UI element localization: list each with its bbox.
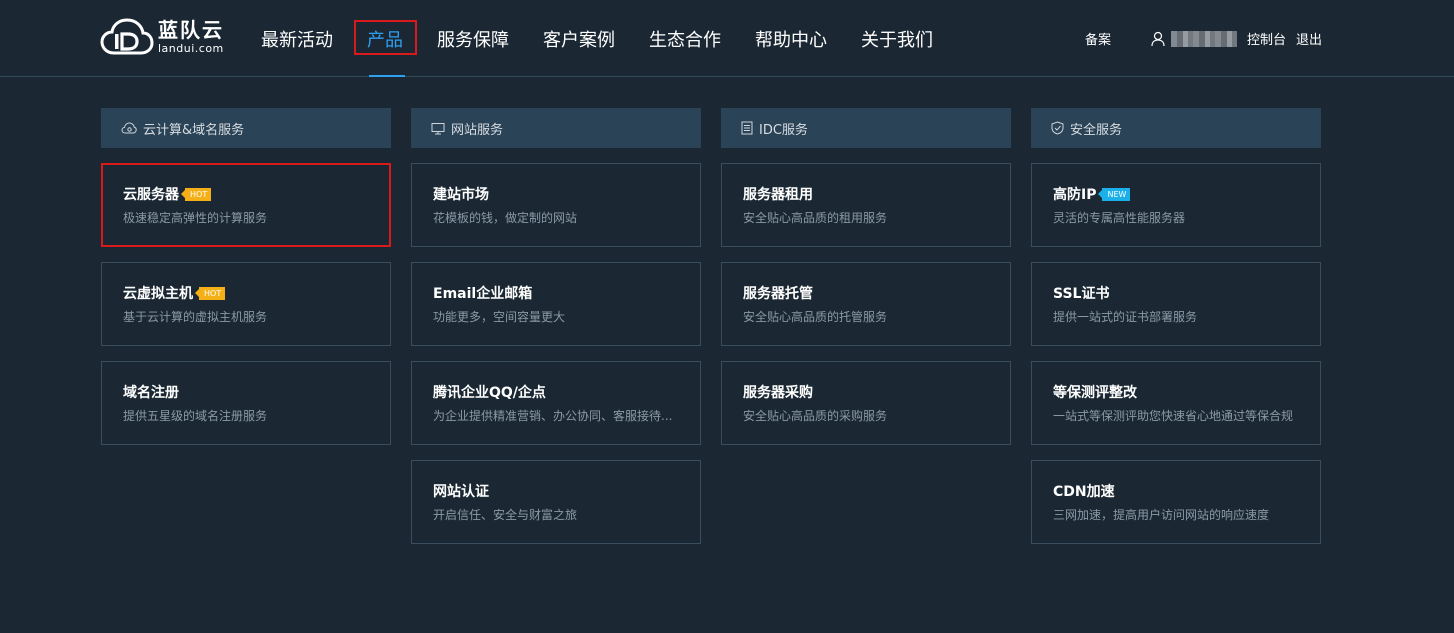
user-icon[interactable] [1151,31,1165,47]
top-header: 蓝队云 landui.com 最新活动 产品 服务保障 客户案例 生态合作 帮助… [0,0,1454,77]
column-security: 安全服务 高防IP NEW 灵活的专属高性能服务器 SSL证书 提供一站式的证书部… [1031,108,1321,544]
column-header: 安全服务 [1031,108,1321,148]
card-ddos-ip[interactable]: 高防IP NEW 灵活的专属高性能服务器 [1031,163,1321,247]
logout-link[interactable]: 退出 [1296,29,1322,48]
nav-item-ecosystem[interactable]: 生态合作 [638,0,732,77]
logo-name: 蓝队云 [158,18,224,42]
card-domain-registration[interactable]: 域名注册 提供五星级的域名注册服务 [101,361,391,445]
column-header: IDC服务 [721,108,1011,148]
username-blurred[interactable] [1170,30,1237,47]
card-server-hosting[interactable]: 服务器托管 安全贴心高品质的托管服务 [721,262,1011,346]
main-nav: 最新活动 产品 服务保障 客户案例 生态合作 帮助中心 关于我们 [250,0,956,77]
nav-item-help[interactable]: 帮助中心 [744,0,838,77]
cloud-logo-icon [100,18,154,55]
card-server-purchase[interactable]: 服务器采购 安全贴心高品质的采购服务 [721,361,1011,445]
logo-domain: landui.com [158,42,224,55]
header-actions: 备案 控制台 退出 [1085,29,1322,48]
card-server-rental[interactable]: 服务器租用 安全贴心高品质的租用服务 [721,163,1011,247]
card-cdn[interactable]: CDN加速 三网加速，提高用户访问网站的响应速度 [1031,460,1321,544]
column-header: 云计算&域名服务 [101,108,391,148]
hot-badge: HOT [194,286,226,300]
shield-icon [1051,121,1064,135]
card-enterprise-email[interactable]: Email企业邮箱 功能更多，空间容量更大 [411,262,701,346]
new-badge: NEW [1098,187,1131,201]
card-virtual-host[interactable]: 云虚拟主机 HOT 基于云计算的虚拟主机服务 [101,262,391,346]
card-tencent-qq[interactable]: 腾讯企业QQ/企点 为企业提供精准营销、办公协同、客服接待... [411,361,701,445]
monitor-icon [431,122,445,134]
card-compliance-assessment[interactable]: 等保测评整改 一站式等保测评助您快速省心地通过等保合规 [1031,361,1321,445]
nav-active-underline [369,75,405,77]
site-logo[interactable]: 蓝队云 landui.com [100,16,224,58]
cloud-gear-icon [121,122,137,134]
nav-item-latest[interactable]: 最新活动 [250,0,344,77]
column-website: 网站服务 建站市场 花模板的钱，做定制的网站 Email企业邮箱 功能更多，空间… [411,108,701,544]
console-link[interactable]: 控制台 [1247,29,1286,48]
card-site-market[interactable]: 建站市场 花模板的钱，做定制的网站 [411,163,701,247]
column-cloud-domain: 云计算&域名服务 云服务器 HOT 极速稳定高弹性的计算服务 云虚拟主机 HOT 基… [101,108,391,445]
column-header: 网站服务 [411,108,701,148]
beian-link[interactable]: 备案 [1085,29,1111,48]
card-site-certification[interactable]: 网站认证 开启信任、安全与财富之旅 [411,460,701,544]
nav-item-cases[interactable]: 客户案例 [532,0,626,77]
nav-item-service[interactable]: 服务保障 [426,0,520,77]
server-icon [741,121,753,135]
nav-item-products[interactable]: 产品 [354,0,417,77]
card-cloud-server[interactable]: 云服务器 HOT 极速稳定高弹性的计算服务 [101,163,391,247]
column-idc: IDC服务 服务器租用 安全贴心高品质的租用服务 服务器托管 安全贴心高品质的托… [721,108,1011,445]
card-ssl-cert[interactable]: SSL证书 提供一站式的证书部署服务 [1031,262,1321,346]
hot-badge: HOT [180,187,212,201]
nav-item-about[interactable]: 关于我们 [850,0,944,77]
